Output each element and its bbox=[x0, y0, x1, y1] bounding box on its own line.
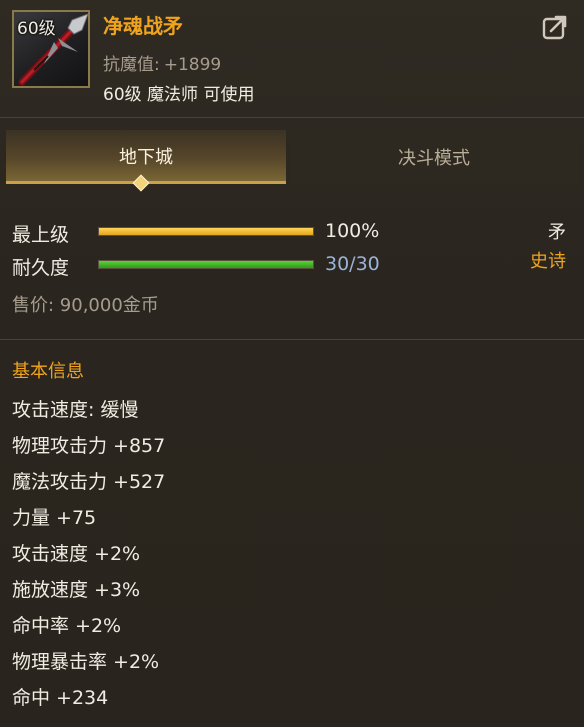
attribute-line: 攻击速度 +2% bbox=[12, 543, 141, 565]
rarity-label: 史诗 bbox=[530, 251, 566, 272]
tab-dungeon[interactable]: 地下城 bbox=[6, 130, 286, 184]
item-header: 60级 净魂战矛 抗魔值: +1899 60级 魔法师 可使用 bbox=[0, 0, 584, 118]
magic-resist-line: 抗魔值: +1899 bbox=[103, 50, 221, 75]
magic-resist-value: +1899 bbox=[163, 55, 222, 75]
spear-icon[interactable]: 60级 bbox=[12, 10, 90, 88]
sell-price: 售价: 90,000金币 bbox=[12, 295, 159, 316]
attribute-line: 魔法攻击力 +527 bbox=[12, 471, 166, 493]
item-level-tag: 60级 bbox=[17, 19, 56, 39]
item-tooltip-panel: 60级 净魂战矛 抗魔值: +1899 60级 魔法师 可使用 地下城 决斗模式 … bbox=[0, 0, 584, 727]
attribute-line: 施放速度 +3% bbox=[12, 579, 141, 601]
weapon-type: 矛 bbox=[548, 222, 566, 243]
durability-bar-fill bbox=[99, 261, 313, 268]
grade-value: 100% bbox=[325, 220, 380, 242]
basic-info-title: 基本信息 bbox=[12, 361, 84, 382]
item-name: 净魂战矛 bbox=[103, 14, 183, 38]
grade-bar bbox=[98, 227, 314, 236]
durability-value: 30/30 bbox=[325, 253, 380, 275]
attribute-line: 命中率 +2% bbox=[12, 615, 122, 637]
attribute-list: 攻击速度: 缓慢 物理攻击力 +857 魔法攻击力 +527 力量 +75 攻击… bbox=[12, 396, 165, 720]
tab-duel-mode[interactable]: 决斗模式 bbox=[290, 130, 578, 184]
grade-row: 最上级 100% bbox=[12, 220, 572, 246]
mode-tabs: 地下城 决斗模式 bbox=[0, 130, 584, 192]
grade-label: 最上级 bbox=[12, 224, 70, 246]
attribute-line: 物理攻击力 +857 bbox=[12, 435, 166, 457]
grade-bar-fill bbox=[99, 228, 313, 235]
magic-resist-label: 抗魔值: bbox=[103, 55, 160, 75]
header-divider bbox=[0, 117, 584, 118]
attribute-line: 物理暴击率 +2% bbox=[12, 651, 160, 673]
attribute-line: 命中 +234 bbox=[12, 687, 109, 709]
durability-bar bbox=[98, 260, 314, 269]
usage-requirement: 60级 魔法师 可使用 bbox=[103, 85, 255, 105]
attribute-line: 攻击速度: 缓慢 bbox=[12, 399, 139, 421]
attribute-line: 力量 +75 bbox=[12, 507, 97, 529]
section-divider bbox=[0, 339, 584, 340]
share-icon[interactable] bbox=[542, 14, 568, 40]
durability-label: 耐久度 bbox=[12, 257, 70, 279]
durability-row: 耐久度 30/30 bbox=[12, 253, 572, 279]
